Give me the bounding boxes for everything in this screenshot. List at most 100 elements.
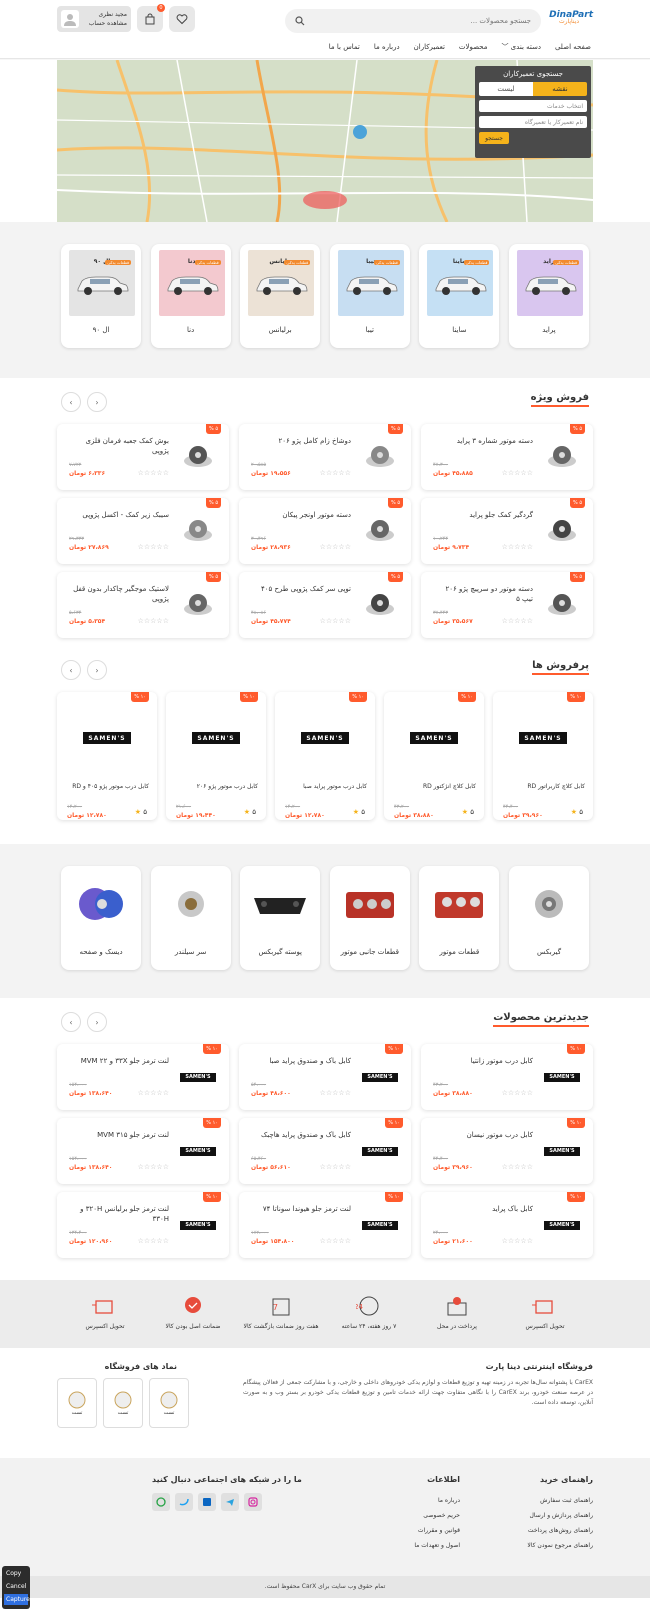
- chevron-left-icon[interactable]: ‹: [61, 392, 81, 412]
- linkedin-icon[interactable]: [198, 1493, 216, 1511]
- copy-button[interactable]: Copy: [4, 1568, 28, 1579]
- account-link[interactable]: مشاهده حساب: [89, 19, 127, 28]
- product-card[interactable]: ۱۰ % SAMEN'S لنت ترمز جلو هیوندا سوناتا ۷۴…: [239, 1192, 411, 1258]
- product-name[interactable]: کابل باک و صندوق پراید صبا: [251, 1056, 351, 1066]
- product-image[interactable]: SAMEN'S: [357, 1130, 403, 1172]
- product-name[interactable]: کابل درب موتور پراید صبا: [283, 782, 367, 791]
- nav-item-home[interactable]: صفحه اصلی: [555, 43, 591, 51]
- product-name[interactable]: کابل کلاچ انژکتور RD: [392, 782, 476, 791]
- trust-badge[interactable]: تست: [57, 1378, 97, 1428]
- product-name[interactable]: لاستیک موجگیر چاکدار بدون قفل پژوپی: [69, 584, 169, 604]
- product-card[interactable]: ۵ % دوشاخ زام کامل پژو ۲۰۶ ۲۰،۵۸۵ ۱۹،۵۵۶ تو…: [239, 424, 411, 490]
- brand-card[interactable]: تیبا قطعات یدکی تیبا: [329, 244, 410, 348]
- product-image[interactable]: SAMEN'S: [539, 1056, 585, 1098]
- product-image[interactable]: SAMEN'S: [175, 1056, 221, 1098]
- product-card[interactable]: ۵ % دسته موتور دو سرپیچ پژو ۲۰۶ تیپ ۵ ۳۷،۴…: [421, 572, 593, 638]
- product-name[interactable]: لنت ترمز جلو MVM ۳۱۵: [69, 1130, 169, 1140]
- trust-badge[interactable]: تست: [103, 1378, 143, 1428]
- product-name[interactable]: توپی سر کمک پژوپی طرح ۴۰۵: [251, 584, 351, 594]
- category-card[interactable]: قطعات موتور: [419, 866, 500, 970]
- product-name[interactable]: لنت ترمز جلو برلیانس ۳۲۰H و ۳۳۰H: [69, 1204, 169, 1224]
- whatsapp-icon[interactable]: [152, 1493, 170, 1511]
- product-image[interactable]: SAMEN'S: [357, 1056, 403, 1098]
- product-name[interactable]: کابل درب موتور نیسان: [433, 1130, 533, 1140]
- category-card[interactable]: قطعات جانبی موتور: [329, 866, 410, 970]
- search-icon[interactable]: [295, 16, 305, 26]
- product-card[interactable]: ۱۰ % SAMEN'S کابل کلاچ کاربراتور RD ۴۴،۴۰۰ ۳…: [493, 692, 593, 820]
- product-name[interactable]: کابل باک و صندوق پراید هاچبک: [251, 1130, 351, 1140]
- brand-card[interactable]: پراید قطعات یدکی پراید: [509, 244, 589, 348]
- tab-map[interactable]: نقشه: [533, 82, 587, 96]
- brand-card[interactable]: ال ۹۰قطعات یدکی ال ۹۰: [61, 244, 142, 348]
- category-card[interactable]: دیسک و صفحه: [61, 866, 142, 970]
- product-name[interactable]: سیبک زیر کمک - اکسل پژوپی: [69, 510, 169, 520]
- nav-item-products[interactable]: محصولات: [459, 43, 488, 51]
- footer-link[interactable]: حریم خصوصی: [414, 1508, 460, 1523]
- brand-card[interactable]: دنا قطعات یدکی دنا: [150, 244, 231, 348]
- product-card[interactable]: ۱۰ % SAMEN'S لنت ترمز جلو MVM ۳۱۵ ۱۵۴،۰۰۰ ۱۳…: [57, 1118, 229, 1184]
- footer-link[interactable]: درباره ما: [414, 1493, 460, 1508]
- product-image[interactable]: [357, 436, 403, 478]
- product-image[interactable]: SAMEN'S: [539, 1204, 585, 1246]
- product-image[interactable]: SAMEN'S: [539, 1130, 585, 1172]
- product-card[interactable]: ۱۰ % SAMEN'S کابل درب موتور پژو ۲۰۶ ۲۱،۶۰۰ ۱…: [166, 692, 266, 820]
- product-card[interactable]: ۱۰ % SAMEN'S کابل درب موتور زانتیا ۴۳،۲۰۰ ۳۸…: [421, 1044, 593, 1110]
- product-card[interactable]: ۵ % گردگیر کمک جلو پراید ۱۰،۲۴۴ ۹،۷۳۴ تومان…: [421, 498, 593, 564]
- chevron-right-icon[interactable]: ›: [87, 660, 107, 680]
- product-name[interactable]: کابل درب موتور پژو ۲۰۶: [174, 782, 258, 791]
- repairer-name-input[interactable]: نام تعمیرکار یا تعمیرگاه: [479, 116, 587, 128]
- footer-link[interactable]: راهنمای مرجوع نمودن کالا: [527, 1538, 593, 1553]
- nav-item-about[interactable]: درباره ما: [374, 43, 400, 51]
- product-name[interactable]: بوش کمک جعبه فرمان فلزی پژوپی: [69, 436, 169, 456]
- nav-item-contact[interactable]: تماس با ما: [329, 43, 360, 51]
- product-card[interactable]: ۵ % دسته موتور شماره ۳ پراید ۴۷،۳۰۰ ۴۵،۸۸۵ …: [421, 424, 593, 490]
- product-name[interactable]: لنت ترمز جلو هیوندا سوناتا ۷۴: [251, 1204, 351, 1214]
- product-card[interactable]: ۱۰ % SAMEN'S کابل کلاچ انژکتور RD ۴۳،۲۰۰ ۳۸،…: [384, 692, 484, 820]
- product-image[interactable]: [357, 584, 403, 626]
- chevron-left-icon[interactable]: ‹: [61, 660, 81, 680]
- instagram-icon[interactable]: [244, 1493, 262, 1511]
- product-name[interactable]: دسته موتور اونجر پیکان: [251, 510, 351, 520]
- footer-link[interactable]: راهنمای ثبت سفارش: [527, 1493, 593, 1508]
- brand-card[interactable]: برلیانس قطعات یدکی برلیانس: [240, 244, 321, 348]
- telegram-icon[interactable]: [221, 1493, 239, 1511]
- category-card[interactable]: سر سیلندر: [150, 866, 231, 970]
- product-image[interactable]: [539, 584, 585, 626]
- account-button[interactable]: مجید نظری مشاهده حساب: [57, 6, 131, 32]
- category-card[interactable]: گیربکس: [509, 866, 589, 970]
- product-name[interactable]: کابل درب موتور پژو ۴۰۵ و RD: [65, 782, 149, 791]
- category-card[interactable]: پوسته گیربکس: [240, 866, 321, 970]
- product-card[interactable]: ۵ % سیبک زیر کمک - اکسل پژوپی ۲۹،۳۳۳ ۲۷،۸۶۹…: [57, 498, 229, 564]
- product-name[interactable]: دسته موتور دو سرپیچ پژو ۲۰۶ تیپ ۵: [433, 584, 533, 604]
- product-card[interactable]: ۵ % لاستیک موجگیر چاکدار بدون قفل پژوپی ۵،…: [57, 572, 229, 638]
- product-image[interactable]: [357, 510, 403, 552]
- trust-badge[interactable]: تست: [149, 1378, 189, 1428]
- chevron-left-icon[interactable]: ‹: [61, 1012, 81, 1032]
- site-logo[interactable]: DinaPart دیناپارت: [549, 10, 593, 30]
- product-image[interactable]: SAMEN'S: [357, 1204, 403, 1246]
- product-name[interactable]: کابل درب موتور زانتیا: [433, 1056, 533, 1066]
- product-name[interactable]: لنت ترمز جلو ۳۳X و MVM ۲۲: [69, 1056, 169, 1066]
- footer-link[interactable]: راهنمای پردازش و ارسال: [527, 1508, 593, 1523]
- product-name[interactable]: کابل کلاچ کاربراتور RD: [501, 782, 585, 791]
- search-input[interactable]: جستجو محصولات ...: [285, 9, 541, 33]
- cancel-button[interactable]: Cancel: [4, 1581, 28, 1592]
- product-card[interactable]: ۱۰ % SAMEN'S لنت ترمز جلو برلیانس ۳۲۰H و ۳…: [57, 1192, 229, 1258]
- capture-button[interactable]: Capture: [4, 1594, 30, 1605]
- product-image[interactable]: [539, 510, 585, 552]
- product-image[interactable]: [539, 436, 585, 478]
- product-card[interactable]: ۵ % توپی سر کمک پژوپی طرح ۴۰۵ ۴۸،۰۸۶ ۴۵،۷۷۴…: [239, 572, 411, 638]
- product-name[interactable]: دسته موتور شماره ۳ پراید: [433, 436, 533, 446]
- product-name[interactable]: گردگیر کمک جلو پراید: [433, 510, 533, 520]
- product-card[interactable]: ۱۰ % SAMEN'S کابل باک و صندوق پراید هاچبک ۶…: [239, 1118, 411, 1184]
- product-card[interactable]: ۱۰ % SAMEN'S کابل باک و صندوق پراید صبا ۵۴،…: [239, 1044, 411, 1110]
- product-card[interactable]: ۵ % بوش کمک جعبه فرمان فلزی پژوپی ۷،۷۲۲ ۶،۳…: [57, 424, 229, 490]
- chevron-right-icon[interactable]: ›: [87, 1012, 107, 1032]
- product-card[interactable]: ۵ % دسته موتور اونجر پیکان ۳۰،۴۹۶ ۲۸،۹۳۶ تو…: [239, 498, 411, 564]
- footer-link[interactable]: راهنمای روش‌های پرداخت: [527, 1523, 593, 1538]
- repairers-map[interactable]: جستجوی تعمیرکاران نقشه لیست انتخاب خدمات…: [57, 60, 593, 222]
- product-image[interactable]: SAMEN'S: [175, 1204, 221, 1246]
- product-card[interactable]: ۱۰ % SAMEN'S لنت ترمز جلو ۳۳X و MVM ۲۲ ۱۵۴،…: [57, 1044, 229, 1110]
- twitter-icon[interactable]: [175, 1493, 193, 1511]
- footer-link[interactable]: اصول و تعهدات ما: [414, 1538, 460, 1553]
